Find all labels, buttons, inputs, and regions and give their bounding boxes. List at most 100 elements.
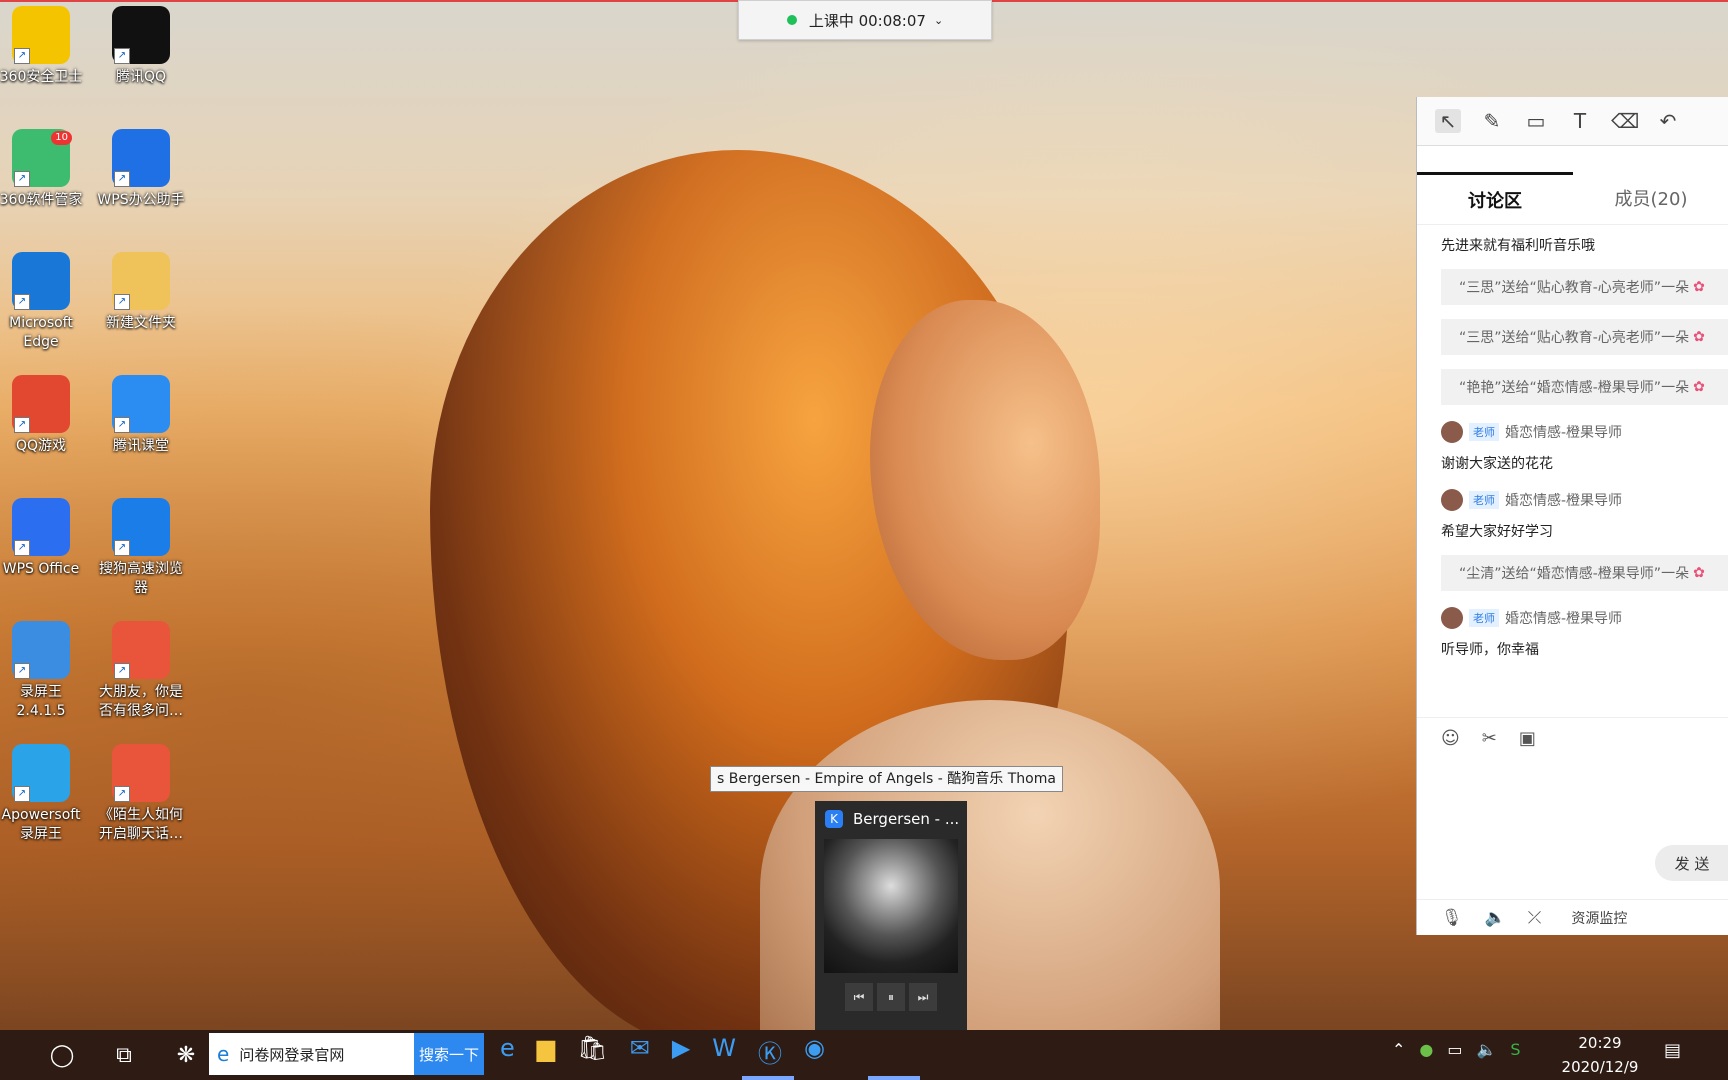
emoji-icon[interactable]: ☺ <box>1441 728 1460 749</box>
send-button[interactable]: 发 送 <box>1655 845 1728 881</box>
desktop-icon[interactable]: ↗ 腾讯QQ <box>95 6 187 87</box>
teacher-tag: 老师 <box>1469 491 1499 509</box>
update-badge: 10 <box>51 131 72 145</box>
pinned-apps: e ▆ 🛍 ✉ ▶ W Ⓚ ◉ <box>500 1034 825 1069</box>
shortcut-arrow-icon: ↗ <box>114 786 130 802</box>
live-dot-icon <box>786 15 797 25</box>
class-status-pill[interactable]: 上课中 00:08:07 ⌄ <box>738 0 992 40</box>
message-list: 先进来就有福利听音乐哦 “三思”送给“贴心教育-心亮老师”一朵 ✿ “三思”送给“贴心… <box>1417 235 1728 659</box>
avatar[interactable] <box>1441 489 1463 511</box>
desktop-icon[interactable]: ↗ 10 360软件管家 <box>0 129 87 210</box>
undo-icon[interactable]: ↶ <box>1655 109 1681 133</box>
desktop-icon[interactable]: ↗ 搜狗高速浏览器 <box>95 498 187 598</box>
notification-icon[interactable]: ▤ <box>1664 1040 1681 1061</box>
search-button[interactable]: 搜索一下 <box>414 1033 484 1075</box>
apowersoft-icon: ↗ <box>12 744 70 802</box>
folder-icon: ↗ <box>112 252 170 310</box>
flower-icon: ✿ <box>1693 329 1705 345</box>
resource-monitor-label[interactable]: 资源监控 <box>1571 908 1627 928</box>
flower-icon: ✿ <box>1693 379 1705 395</box>
teacher-tag: 老师 <box>1469 423 1499 441</box>
desktop-icon-label: Microsoft Edge <box>9 315 73 350</box>
message-text: 听导师，你幸福 <box>1441 642 1539 658</box>
wps-assistant-icon: ↗ <box>112 129 170 187</box>
rectangle-icon[interactable]: ▭ <box>1523 109 1549 133</box>
mail-icon[interactable]: ✉ <box>630 1034 650 1069</box>
wps-taskbar-icon[interactable]: W <box>712 1034 736 1069</box>
volume-icon[interactable]: 🔈 <box>1477 1040 1497 1059</box>
select-arrow-icon[interactable]: ↖ <box>1435 109 1461 133</box>
desktop-icon-label: 360安全卫士 <box>0 69 83 85</box>
shortcut-arrow-icon: ↗ <box>14 171 30 187</box>
desktop-icon[interactable]: ↗ Microsoft Edge <box>0 252 87 352</box>
start-edge-icon[interactable] <box>0 1035 20 1075</box>
music-controls: ⏮ ⏸ ⏭ <box>815 983 967 1011</box>
desktop-icon-label: 录屏王 2.4.1.5 <box>16 684 66 719</box>
text-tool-icon[interactable]: T <box>1567 109 1593 133</box>
battery-icon[interactable]: ▭ <box>1447 1040 1462 1059</box>
sogou-pinwheel-icon[interactable]: ❋ <box>166 1035 206 1075</box>
next-track-icon[interactable]: ⏭ <box>909 983 937 1011</box>
gift-notice: “三思”送给“贴心教育-心亮老师”一朵 ✿ <box>1441 269 1728 305</box>
desktop-icon[interactable]: ↗ WPS办公助手 <box>95 129 187 210</box>
360-security-icon: ↗ <box>12 6 70 64</box>
desktop-icon-label: WPS Office <box>2 561 80 577</box>
cortana-circle-icon[interactable]: ◯ <box>42 1035 82 1075</box>
kugou-taskbar-icon[interactable]: Ⓚ <box>758 1034 782 1069</box>
avatar[interactable] <box>1441 607 1463 629</box>
tray-sogou-icon[interactable]: S <box>1510 1040 1520 1059</box>
running-indicator <box>868 1076 920 1080</box>
pause-icon[interactable]: ⏸ <box>877 983 905 1011</box>
desktop-icon[interactable]: ↗ 大朋友，你是否有很多问… <box>95 621 187 721</box>
tencent-classroom-taskbar-icon[interactable]: ▶ <box>672 1034 690 1069</box>
file-explorer-icon[interactable]: ▆ <box>537 1034 555 1069</box>
gift-notice: “三思”送给“贴心教育-心亮老师”一朵 ✿ <box>1441 319 1728 355</box>
tray-360-icon[interactable]: ● <box>1419 1040 1433 1059</box>
desktop-icon[interactable]: ↗ 360安全卫士 <box>0 6 87 87</box>
pen-icon[interactable]: ✎ <box>1479 109 1505 133</box>
desktop-icon-label: Apowersoft 录屏王 <box>1 807 81 842</box>
music-preview-window[interactable]: K Bergersen - ... ⏮ ⏸ ⏭ <box>815 801 967 1031</box>
teacher-tag: 老师 <box>1469 609 1499 627</box>
shortcut-arrow-icon: ↗ <box>114 294 130 310</box>
edge-taskbar-icon[interactable]: e <box>500 1034 515 1069</box>
desktop-icon[interactable]: ↗ Apowersoft 录屏王 <box>0 744 87 844</box>
gift-text: “艳艳”送给“婚恋情感-橙果导师”一朵 <box>1459 380 1690 396</box>
screen-recorder-taskbar-icon[interactable]: ◉ <box>804 1034 825 1069</box>
chevron-up-icon[interactable]: ⌃ <box>1392 1040 1405 1059</box>
shortcut-arrow-icon: ↗ <box>14 540 30 556</box>
whiteboard-toolbar: ↖ ✎ ▭ T ⌫ ↶ <box>1417 97 1728 146</box>
gift-text: “尘清”送给“婚恋情感-橙果导师”一朵 <box>1459 566 1690 582</box>
desktop-icon[interactable]: ↗ QQ游戏 <box>0 375 87 456</box>
edge-icon: ↗ <box>12 252 70 310</box>
desktop-icon[interactable]: ↗ 腾讯课堂 <box>95 375 187 456</box>
desktop-icon-label: 腾讯课堂 <box>113 438 169 454</box>
screen-recorder-icon: ↗ <box>12 621 70 679</box>
microphone-icon[interactable]: 🎙 <box>1441 908 1463 928</box>
image-icon[interactable]: ▣ <box>1519 728 1536 749</box>
desktop-icon[interactable]: ↗ 《陌生人如何开启聊天话… <box>95 744 187 844</box>
avatar[interactable] <box>1441 421 1463 443</box>
360-software-manager-icon: ↗ 10 <box>12 129 72 187</box>
desktop-icon[interactable]: ↗ WPS Office <box>0 498 87 579</box>
gift-text: “三思”送给“贴心教育-心亮老师”一朵 <box>1459 280 1690 296</box>
speaker-icon[interactable]: 🔈 <box>1485 908 1506 928</box>
shortcut-arrow-icon: ↗ <box>14 294 30 310</box>
desktop-icon-label: 腾讯QQ <box>115 69 167 85</box>
gift-text: “三思”送给“贴心教育-心亮老师”一朵 <box>1459 330 1690 346</box>
desktop-icon[interactable]: ↗ 录屏王 2.4.1.5 <box>0 621 87 721</box>
tab-discussion[interactable]: 讨论区 <box>1417 172 1573 224</box>
music-tooltip: s Bergersen - Empire of Angels - 酷狗音乐 Th… <box>710 766 1063 792</box>
desktop-icon[interactable]: ↗ 新建文件夹 <box>95 252 187 333</box>
scissors-icon[interactable]: ✂ <box>1482 728 1497 749</box>
eraser-icon[interactable]: ⌫ <box>1611 109 1639 133</box>
previous-track-icon[interactable]: ⏮ <box>845 983 873 1011</box>
taskbar-clock[interactable]: 20:29 2020/12/9 <box>1560 1031 1640 1079</box>
compose-area: ☺ ✂ ▣ 发 送 🎙 🔈 ⤫ 资源监控 <box>1417 717 1728 936</box>
tab-members[interactable]: 成员(20) <box>1573 172 1728 224</box>
shortcut-arrow-icon: ↗ <box>114 48 130 64</box>
task-view-icon[interactable]: ⧉ <box>104 1035 144 1075</box>
mute-icon[interactable]: ⤫ <box>1528 908 1542 928</box>
taskbar-search-box[interactable]: e 问卷网登录官网 <box>209 1033 414 1075</box>
store-icon[interactable]: 🛍 <box>577 1034 607 1069</box>
